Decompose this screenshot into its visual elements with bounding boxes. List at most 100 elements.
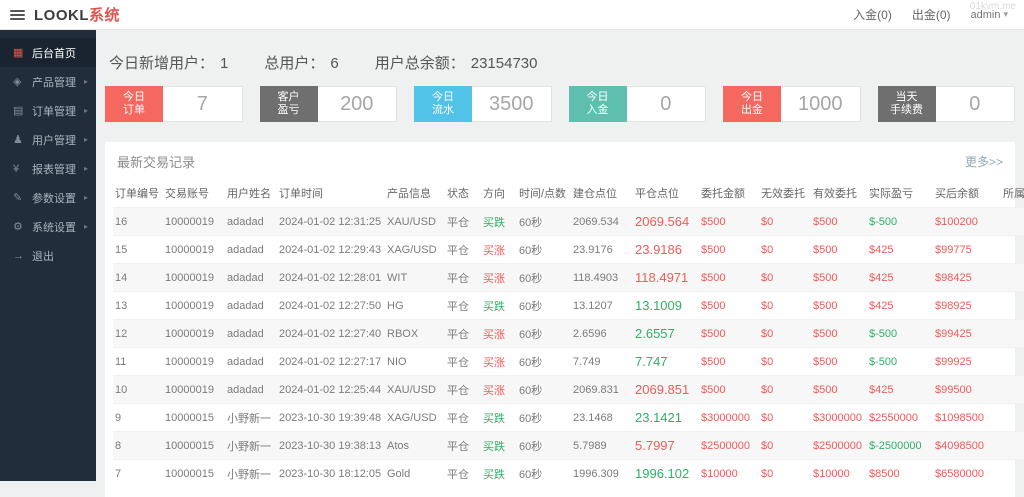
- cell-product: Gold: [385, 460, 445, 488]
- cell-close: 23.1421: [633, 404, 699, 432]
- cell-invalid: $0: [759, 432, 811, 460]
- table-row: 1210000019adadad2024-01-02 12:27:40RBOX平…: [113, 320, 1024, 348]
- column-header: 时间/点数: [517, 179, 571, 208]
- sidebar-item-system[interactable]: ⚙系统设置▸: [0, 212, 96, 241]
- stat-card: 今日订单7: [105, 86, 243, 122]
- cell-time: 2023-10-30 19:39:48: [277, 404, 385, 432]
- cell-close: 2069.564: [633, 208, 699, 236]
- cell-time: 2024-01-02 12:27:50: [277, 292, 385, 320]
- dashboard-icon: ▦: [13, 46, 28, 59]
- sidebar-item-products[interactable]: ◈产品管理▸: [0, 67, 96, 96]
- cell-profit: $-500: [867, 208, 933, 236]
- cell-close: 2.6557: [633, 320, 699, 348]
- cell-duration: 60秒: [517, 404, 571, 432]
- cell-account: 10000019: [163, 236, 225, 264]
- table-row: 1010000019adadad2024-01-02 12:25:44XAU/U…: [113, 376, 1024, 404]
- cell-time: 2024-01-02 12:29:43: [277, 236, 385, 264]
- cell-id: 9: [113, 404, 163, 432]
- cell-invalid: $0: [759, 376, 811, 404]
- stat-card-value: 7: [163, 86, 243, 122]
- cell-name: adadad: [225, 208, 277, 236]
- cell-duration: 60秒: [517, 292, 571, 320]
- cell-profit: $2550000: [867, 404, 933, 432]
- more-link[interactable]: 更多>>: [965, 153, 1003, 170]
- stat-card: 客户盈亏200: [260, 86, 398, 122]
- logout-icon: →: [13, 250, 28, 262]
- cell-status: 平仓: [445, 376, 481, 404]
- sidebar-item-label: 后台首页: [32, 45, 76, 61]
- cell-direction: 买跌: [481, 404, 517, 432]
- cell-amount: $500: [699, 264, 759, 292]
- cell-name: adadad: [225, 348, 277, 376]
- cell-invalid: $0: [759, 208, 811, 236]
- brand-suffix: 系统: [89, 7, 120, 24]
- main-content: 今日新增用户：1 总用户：6 用户总余额：23154730 今日订单7客户盈亏2…: [96, 30, 1024, 481]
- cell-account: 10000019: [163, 208, 225, 236]
- cell-product: XAU/USD: [385, 208, 445, 236]
- cell-profit: $425: [867, 292, 933, 320]
- table-row: 1410000019adadad2024-01-02 12:28:01WIT平仓…: [113, 264, 1024, 292]
- sidebar-item-orders[interactable]: ▤订单管理▸: [0, 96, 96, 125]
- cell-close: 7.747: [633, 348, 699, 376]
- cell-invalid: $0: [759, 348, 811, 376]
- cell-open: 5.7989: [571, 432, 633, 460]
- cell-open: 118.4903: [571, 264, 633, 292]
- cell-profit: $425: [867, 376, 933, 404]
- cell-amount: $500: [699, 236, 759, 264]
- cell-agent: [1001, 404, 1024, 432]
- column-header: 有效委托: [811, 179, 867, 208]
- table-row: 910000015小野新一2023-10-30 19:39:48XAG/USD平…: [113, 404, 1024, 432]
- cell-valid: $500: [811, 348, 867, 376]
- deposit-link[interactable]: 入金(0): [853, 6, 892, 23]
- column-header: 状态: [445, 179, 481, 208]
- table-row: 1310000019adadad2024-01-02 12:27:50HG平仓买…: [113, 292, 1024, 320]
- cell-open: 1996.309: [571, 460, 633, 488]
- cell-invalid: $0: [759, 320, 811, 348]
- cell-status: 平仓: [445, 460, 481, 488]
- column-header: 订单时间: [277, 179, 385, 208]
- cell-balance: $99925: [933, 348, 1001, 376]
- cell-account: 10000019: [163, 264, 225, 292]
- sidebar-item-label: 退出: [32, 248, 54, 264]
- cell-product: HG: [385, 292, 445, 320]
- withdraw-link[interactable]: 出金(0): [912, 6, 951, 23]
- sidebar-item-params[interactable]: ✎参数设置▸: [0, 183, 96, 212]
- panel-title: 最新交易记录: [117, 152, 195, 171]
- menu-toggle-icon[interactable]: [10, 8, 25, 22]
- cell-account: 10000019: [163, 292, 225, 320]
- sidebar-item-label: 订单管理: [32, 103, 76, 119]
- cell-agent: [1001, 376, 1024, 404]
- cell-valid: $500: [811, 320, 867, 348]
- cell-valid: $500: [811, 236, 867, 264]
- table-row: 1610000019adadad2024-01-02 12:31:25XAU/U…: [113, 208, 1024, 236]
- stat-card-value: 1000: [781, 86, 861, 122]
- sidebar-item-users[interactable]: ♟用户管理▸: [0, 125, 96, 154]
- cell-profit: $-500: [867, 320, 933, 348]
- brand-logo: LOOKL系统: [34, 4, 120, 25]
- stat-card-label: 今日订单: [105, 86, 163, 122]
- cell-name: adadad: [225, 236, 277, 264]
- cell-time: 2024-01-02 12:31:25: [277, 208, 385, 236]
- cell-name: adadad: [225, 292, 277, 320]
- column-header: 方向: [481, 179, 517, 208]
- cell-open: 23.9176: [571, 236, 633, 264]
- column-header: 所属代理: [1001, 179, 1024, 208]
- latest-trades-panel: 最新交易记录 更多>> 订单编号交易账号用户姓名订单时间产品信息状态方向时间/点…: [105, 142, 1015, 497]
- summary-row: 今日新增用户：1 总用户：6 用户总余额：23154730: [105, 52, 1015, 73]
- cell-open: 2.6596: [571, 320, 633, 348]
- cell-amount: $500: [699, 348, 759, 376]
- cell-product: XAU/USD: [385, 376, 445, 404]
- sidebar-item-reports[interactable]: ¥报表管理▸: [0, 154, 96, 183]
- cell-profit: $-2500000: [867, 432, 933, 460]
- sidebar-item-home[interactable]: ▦ 后台首页: [0, 38, 96, 67]
- cell-close: 2069.851: [633, 376, 699, 404]
- cell-close: 5.7997: [633, 432, 699, 460]
- sidebar-item-label: 报表管理: [32, 161, 76, 177]
- cell-id: 11: [113, 348, 163, 376]
- cell-name: adadad: [225, 320, 277, 348]
- cell-time: 2024-01-02 12:25:44: [277, 376, 385, 404]
- sidebar-item-logout[interactable]: → 退出: [0, 241, 96, 270]
- cell-close: 13.1009: [633, 292, 699, 320]
- cell-valid: $500: [811, 292, 867, 320]
- stat-card-label: 客户盈亏: [260, 86, 318, 122]
